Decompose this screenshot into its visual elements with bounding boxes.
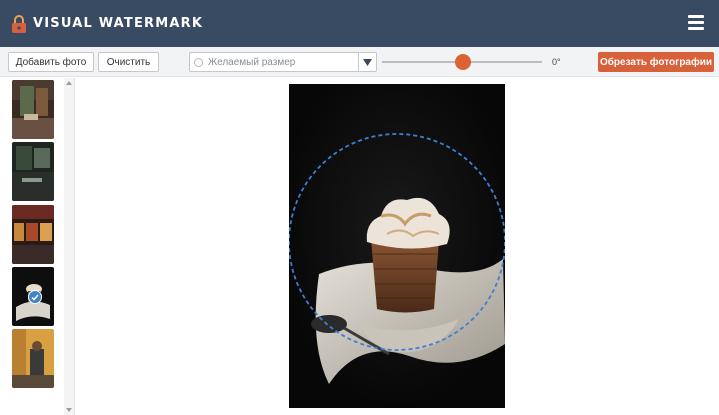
sidebar-scrollbar[interactable] xyxy=(64,78,74,415)
add-photo-button[interactable]: Добавить фото xyxy=(8,52,94,72)
thumbnail-3[interactable] xyxy=(12,205,54,264)
app-name: VISUAL WATERMARK xyxy=(33,16,204,31)
check-icon xyxy=(28,290,42,304)
crop-photos-button[interactable]: Обрезать фотографии xyxy=(598,52,714,72)
chevron-down-icon[interactable] xyxy=(358,53,376,71)
clear-button[interactable]: Очистить xyxy=(98,52,159,72)
thumbnail-5[interactable] xyxy=(12,329,54,388)
thumbnail-4[interactable] xyxy=(12,267,54,326)
thumbnail-sidebar xyxy=(0,78,75,415)
photo-preview[interactable] xyxy=(289,84,505,408)
scroll-up-icon[interactable] xyxy=(66,81,72,85)
rotation-angle: 0° xyxy=(552,57,561,67)
size-option-label: Желаемый размер xyxy=(208,56,296,68)
logo: VISUAL WATERMARK xyxy=(11,14,204,33)
rotation-slider[interactable] xyxy=(382,54,542,70)
size-radio[interactable] xyxy=(194,57,203,67)
slider-thumb[interactable] xyxy=(455,54,471,70)
size-select[interactable]: Желаемый размер xyxy=(189,52,377,72)
hamburger-menu-icon[interactable] xyxy=(688,15,704,30)
scroll-down-icon[interactable] xyxy=(66,408,72,412)
app-header: VISUAL WATERMARK xyxy=(0,0,719,47)
thumbnail-2[interactable] xyxy=(12,142,54,201)
padlock-icon xyxy=(11,14,27,33)
toolbar: Добавить фото Очистить Желаемый размер 0… xyxy=(0,47,719,77)
thumbnail-1[interactable] xyxy=(12,80,54,139)
